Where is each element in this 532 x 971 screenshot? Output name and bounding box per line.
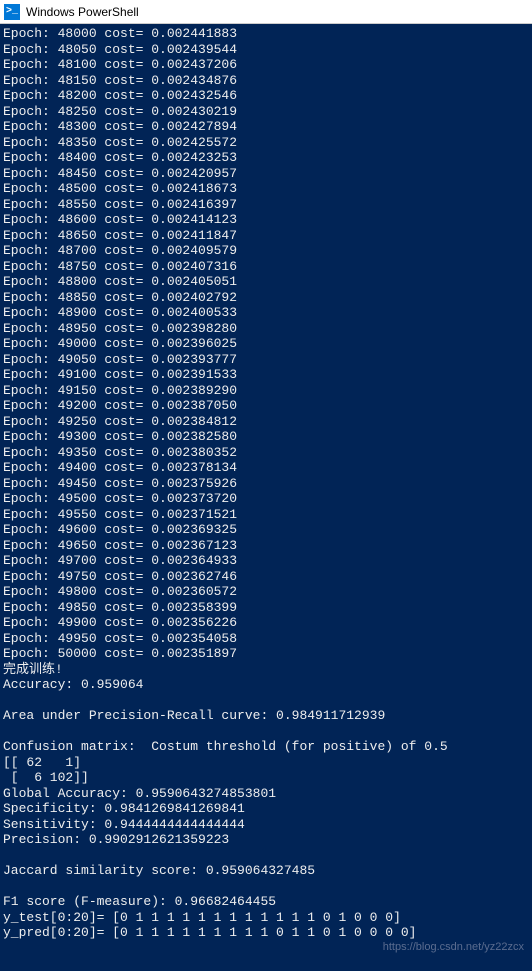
title-bar[interactable]: >_ Windows PowerShell <box>0 0 532 24</box>
terminal-output[interactable]: Epoch: 48000 cost= 0.002441883 Epoch: 48… <box>0 24 532 943</box>
icon-glyph: >_ <box>6 6 18 17</box>
watermark-text: https://blog.csdn.net/yz22zcx <box>383 941 524 953</box>
window-title: Windows PowerShell <box>26 5 139 19</box>
powershell-icon: >_ <box>4 4 20 20</box>
